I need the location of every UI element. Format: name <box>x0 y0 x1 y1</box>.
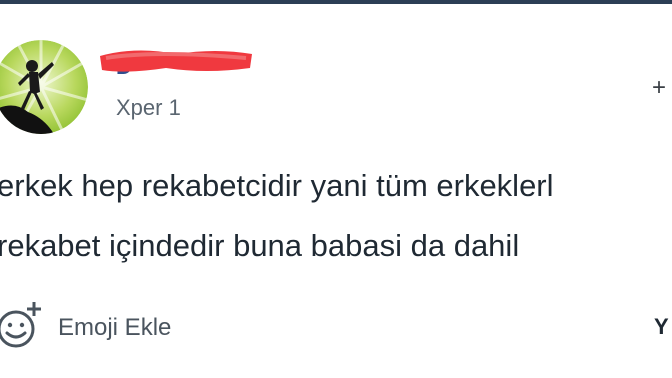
emoji-add-label[interactable]: Emoji Ekle <box>58 314 171 342</box>
emoji-add-icon[interactable] <box>0 299 42 351</box>
post-text-line-1: erkek hep rekabetcidir yani tüm erkekler… <box>0 168 554 203</box>
username-redaction <box>100 50 252 72</box>
top-border <box>0 0 672 4</box>
follow-button[interactable]: + <box>652 74 666 102</box>
user-avatar[interactable] <box>0 40 88 134</box>
user-level: Xper 1 <box>116 95 181 120</box>
post-text-line-2: rekabet içindedir buna babasi da dahil <box>0 228 520 263</box>
reply-action-truncated[interactable]: Y <box>654 314 669 340</box>
